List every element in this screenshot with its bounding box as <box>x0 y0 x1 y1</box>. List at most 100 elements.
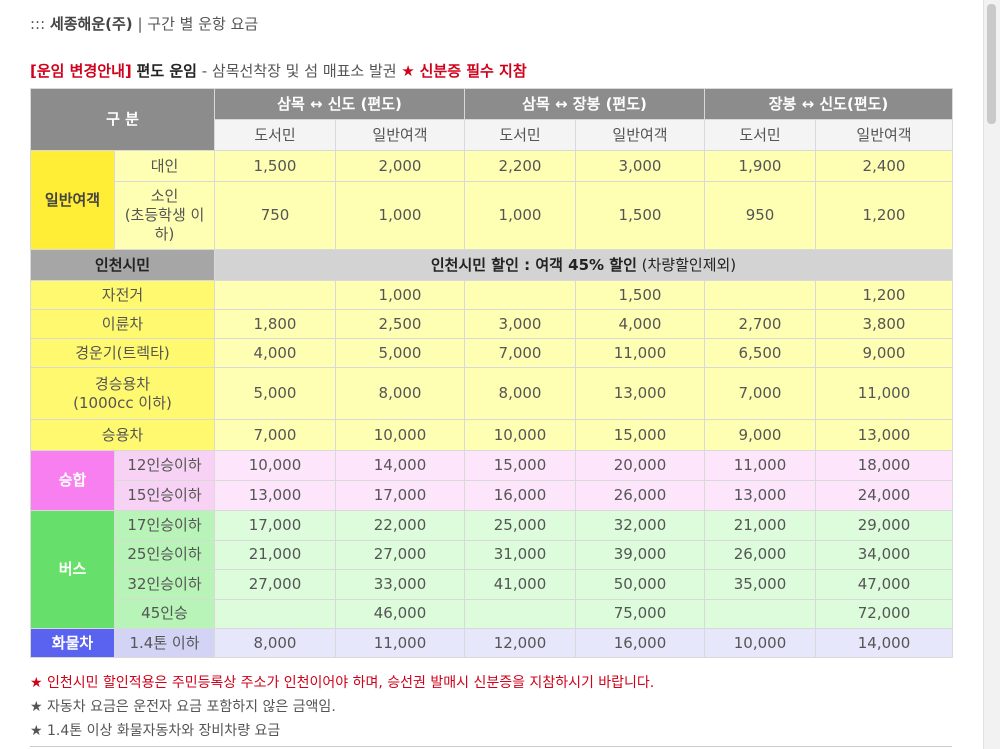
fare-cell: 26,000 <box>575 480 706 511</box>
fare-type-header: 일반여객 <box>575 119 706 151</box>
fare-cell: 6,500 <box>704 338 817 368</box>
notice-text: - 삼목선착장 및 섬 매표소 발권 <box>201 62 397 80</box>
fare-cell: 27,000 <box>214 569 337 600</box>
fare-type-header: 일반여객 <box>335 119 466 151</box>
table-row: 25인승이하 21,000 27,000 31,000 39,000 26,000 34,0… <box>31 539 954 570</box>
fare-cell: 10,000 <box>464 419 577 451</box>
footnote-text: 인천시민 할인적용은 주민등록상 주소가 인천이어야 하며, 승선권 발매시 신… <box>47 675 655 691</box>
fare-cell: 41,000 <box>464 569 577 600</box>
subcategory-label: 25인승이하 <box>113 539 216 570</box>
fare-cell: 1,900 <box>704 150 817 182</box>
notice-fare-type: 편도 운임 <box>136 62 197 80</box>
fare-cell <box>464 598 577 629</box>
fare-cell <box>214 598 337 629</box>
fare-cell: 8,000 <box>464 367 577 420</box>
fare-cell: 8,000 <box>214 628 337 658</box>
table-row: 45인승 46,000 75,000 72,000 <box>31 598 954 629</box>
page-title: 구간 별 운항 요금 <box>147 15 259 33</box>
vehicle-label: 승용차 <box>29 419 216 451</box>
table-row: 승용차 7,000 10,000 10,000 15,000 9,000 13,000 <box>29 419 954 451</box>
fare-cell: 1,800 <box>214 309 337 339</box>
fare-cell: 9,000 <box>704 419 817 451</box>
scrollbar-thumb[interactable] <box>987 4 996 124</box>
fare-cell: 5,000 <box>214 367 337 420</box>
fare-cell: 3,000 <box>575 150 706 182</box>
fare-cell: 10,000 <box>704 628 817 658</box>
fare-cell: 27,000 <box>335 539 466 570</box>
fare-cell: 1,000 <box>464 181 577 250</box>
category-bus: 버스 <box>30 510 115 629</box>
fare-cell: 25,000 <box>464 510 577 541</box>
vehicle-label: 자전거 <box>29 280 216 310</box>
fare-cell: 1,500 <box>214 150 337 182</box>
fare-cell: 50,000 <box>575 569 706 600</box>
fare-cell: 3,800 <box>815 309 954 339</box>
fare-cell: 17,000 <box>335 480 466 511</box>
subcategory-label: 대인 <box>113 150 216 182</box>
fare-change-notice: [운임 변경안내] 편도 운임 - 삼목선착장 및 섬 매표소 발권 ★ 신분증… <box>30 60 527 81</box>
fare-cell: 16,000 <box>464 480 577 511</box>
header-row: 구 분 삼목 ↔ 신도 (편도) 삼목 ↔ 장봉 (편도) 장봉 ↔ 신도(편도) <box>29 88 954 151</box>
fare-cell: 7,000 <box>214 419 337 451</box>
fare-cell: 1,000 <box>335 181 466 250</box>
fare-cell: 3,000 <box>464 309 577 339</box>
fare-cell: 39,000 <box>575 539 706 570</box>
fare-type-header: 도서민 <box>464 119 577 151</box>
star-icon: ★ <box>30 675 43 691</box>
fare-cell: 31,000 <box>464 539 577 570</box>
table-row: 일반여객 대인 1,500 2,000 2,200 3,000 1,900 2,400 <box>30 150 954 250</box>
page-scrollbar[interactable] <box>983 0 1000 749</box>
table-row: 버스 17인승이하 17,000 22,000 25,000 32,000 21,000 29… <box>30 510 954 629</box>
subcategory-label: 12인승이하 <box>113 450 216 481</box>
fare-cell: 4,000 <box>575 309 706 339</box>
fare-cell: 750 <box>214 181 337 250</box>
table-row: 15인승이하 13,000 17,000 16,000 26,000 13,000 24,0… <box>31 480 954 511</box>
fare-cell: 16,000 <box>575 628 706 658</box>
fare-cell: 35,000 <box>704 569 817 600</box>
incheon-row: 인천시민 인천시민 할인 : 여객 45% 할인 (차량할인제외) <box>29 249 954 281</box>
fare-cell: 15,000 <box>464 450 577 481</box>
star-icon: ★ <box>30 723 43 739</box>
fare-cell: 24,000 <box>815 480 954 511</box>
fare-cell: 1,500 <box>575 280 706 310</box>
fare-cell <box>214 280 337 310</box>
fare-cell: 33,000 <box>335 569 466 600</box>
vehicle-label: 경승용차 (1000cc 이하) <box>29 367 216 420</box>
breadcrumb-prefix: ::: <box>30 15 46 33</box>
star-icon: ★ <box>30 699 43 715</box>
fare-cell: 21,000 <box>214 539 337 570</box>
footnotes: ★ 인천시민 할인적용은 주민등록상 주소가 인천이어야 하며, 승선권 발매시… <box>30 671 654 743</box>
table-row: 32인승이하 27,000 33,000 41,000 50,000 35,000 47,0… <box>31 569 954 600</box>
table-row: 소인 (초등학생 이하) 750 1,000 1,000 1,500 950 1,200 <box>31 181 954 250</box>
route-header: 삼목 ↔ 신도 (편도) <box>214 88 466 120</box>
fare-cell: 12,000 <box>464 628 577 658</box>
table-row: 화물차 1.4톤 이하 8,000 11,000 12,000 16,000 10,000 1… <box>30 628 954 658</box>
corner-header: 구 분 <box>29 88 216 151</box>
footnote-item: ★ 자동차 요금은 운전자 요금 포함하지 않은 금액임. <box>30 695 654 719</box>
fare-cell: 2,400 <box>815 150 954 182</box>
fare-cell: 11,000 <box>815 367 954 420</box>
fare-cell: 21,000 <box>704 510 817 541</box>
fare-cell: 13,000 <box>575 367 706 420</box>
fare-cell: 14,000 <box>815 628 954 658</box>
subcategory-label: 32인승이하 <box>113 569 216 600</box>
fare-cell: 2,000 <box>335 150 466 182</box>
fare-cell: 29,000 <box>815 510 954 541</box>
breadcrumb: ::: 세종해운(주) | 구간 별 운항 요금 <box>30 13 258 34</box>
fare-cell: 11,000 <box>575 338 706 368</box>
category-van: 승합 <box>30 450 115 511</box>
fare-cell: 75,000 <box>575 598 706 629</box>
fare-type-header: 도서민 <box>214 119 337 151</box>
route-header: 장봉 ↔ 신도(편도) <box>704 88 954 120</box>
fare-cell: 2,500 <box>335 309 466 339</box>
subcategory-label: 15인승이하 <box>113 480 216 511</box>
table-row: 경운기(트렉타) 4,000 5,000 7,000 11,000 6,500 9,000 <box>29 338 954 368</box>
fare-cell: 2,700 <box>704 309 817 339</box>
incheon-discount-note: 인천시민 할인 : 여객 45% 할인 (차량할인제외) <box>214 249 954 281</box>
fare-cell: 72,000 <box>815 598 954 629</box>
category-general-passenger: 일반여객 <box>30 150 115 250</box>
fare-cell: 7,000 <box>704 367 817 420</box>
fare-cell: 20,000 <box>575 450 706 481</box>
subcategory-label: 45인승 <box>113 598 216 629</box>
fare-cell: 1,200 <box>815 280 954 310</box>
